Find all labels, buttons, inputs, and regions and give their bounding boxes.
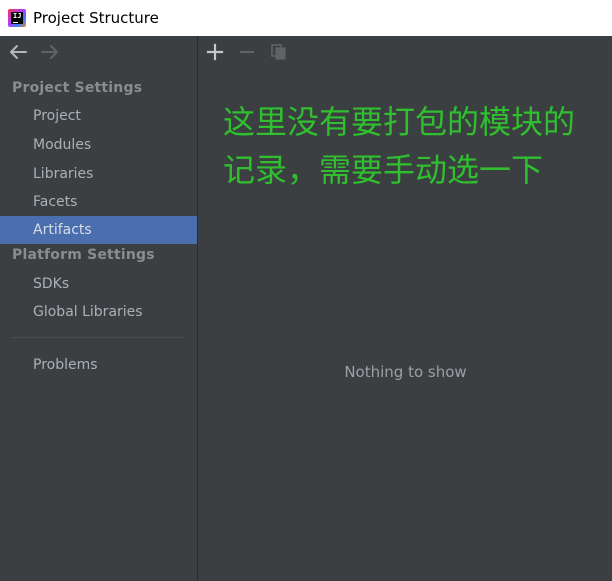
minus-icon[interactable] (237, 42, 257, 62)
project-structure-window: IJ Project Structure Project Settings Pr… (0, 0, 612, 581)
sidebar-item-problems[interactable]: Problems (0, 351, 197, 379)
artifacts-toolbar (199, 36, 612, 68)
arrow-left-icon[interactable] (8, 43, 28, 61)
plus-icon[interactable] (205, 42, 225, 62)
window-title: Project Structure (33, 9, 159, 27)
annotation-text: 这里没有要打包的模块的记录，需要手动选一下 (223, 103, 576, 189)
sidebar-item-project[interactable]: Project (0, 102, 197, 130)
sidebar-item-sdks[interactable]: SDKs (0, 270, 197, 298)
sidebar-item-modules[interactable]: Modules (0, 131, 197, 159)
empty-state-text: Nothing to show (344, 363, 467, 381)
copy-icon[interactable] (269, 42, 289, 62)
nav-arrows (0, 36, 197, 68)
title-bar: IJ Project Structure (0, 0, 612, 36)
arrow-right-icon[interactable] (40, 43, 60, 61)
main-panel: 这里没有要打包的模块的记录，需要手动选一下 Nothing to show (199, 36, 612, 581)
section-header-project-settings: Project Settings (12, 80, 143, 96)
sidebar-divider (12, 337, 184, 338)
sidebar: Project Settings Project Modules Librari… (0, 36, 198, 581)
sidebar-item-global-libraries[interactable]: Global Libraries (0, 298, 197, 326)
section-header-platform-settings: Platform Settings (12, 247, 155, 263)
intellij-idea-icon: IJ (8, 9, 26, 27)
sidebar-item-facets[interactable]: Facets (0, 188, 197, 216)
sidebar-item-libraries[interactable]: Libraries (0, 160, 197, 188)
sidebar-item-artifacts[interactable]: Artifacts (0, 216, 197, 244)
